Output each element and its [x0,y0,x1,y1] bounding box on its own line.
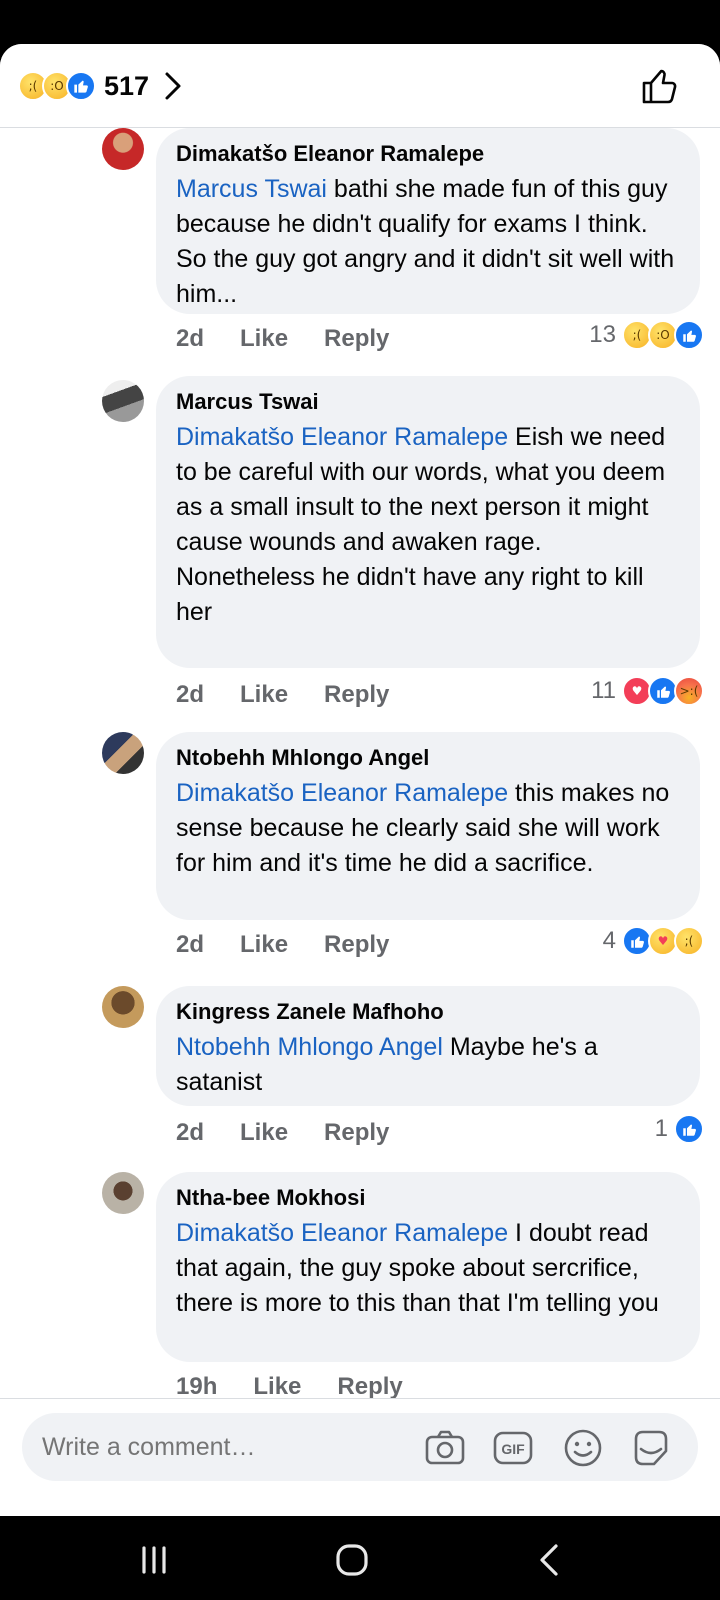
sad-icon: ;( [674,926,704,956]
mention-link[interactable]: Dimakatšo Eleanor Ramalepe [176,1219,508,1247]
comment-author[interactable]: Marcus Tswai [176,388,678,416]
reply-button[interactable]: Reply [337,1373,402,1401]
comment-list[interactable]: Dimakatšo Eleanor Ramalepe Marcus Tswai … [0,128,720,1466]
comment-author[interactable]: Dimakatšo Eleanor Ramalepe [176,140,678,168]
comment-reactions[interactable]: 11 ♥ >:( [591,674,704,708]
comment-actions: 2d Like Reply [176,1116,425,1150]
comment-bubble[interactable]: Kingress Zanele Mafhoho Ntobehh Mhlongo … [156,986,700,1106]
like-button[interactable]: Like [240,931,288,959]
reply-button[interactable]: Reply [324,325,389,353]
like-button[interactable]: Like [240,681,288,709]
home-icon[interactable] [332,1540,372,1580]
comment-body: Marcus Tswai bathi she made fun of this … [176,172,678,312]
emoji-icon[interactable] [562,1427,604,1469]
comment-bubble[interactable]: Ntha-bee Mokhosi Dimakatšo Eleanor Ramal… [156,1172,700,1362]
comment-reaction-count: 13 [589,321,616,348]
avatar[interactable] [102,380,144,422]
mention-link[interactable]: Dimakatšo Eleanor Ramalepe [176,423,508,451]
angry-icon: >:( [674,676,704,706]
svg-text:GIF: GIF [501,1441,525,1457]
comment-author[interactable]: Kingress Zanele Mafhoho [176,998,678,1026]
comment-reactions[interactable]: 1 [654,1112,704,1146]
gif-icon[interactable]: GIF [492,1427,534,1469]
comment-time: 2d [176,1119,205,1146]
comment-input-box[interactable]: GIF [22,1413,698,1481]
mention-link[interactable]: Ntobehh Mhlongo Angel [176,1033,443,1061]
comment-actions: 2d Like Reply [176,678,425,712]
back-icon[interactable] [530,1540,570,1580]
comment-author[interactable]: Ntha-bee Mokhosi [176,1184,678,1212]
reply-button[interactable]: Reply [324,1119,389,1147]
reply-button[interactable]: Reply [324,931,389,959]
comment-reaction-count: 4 [602,927,616,954]
comment-reactions[interactable]: 13 ;( :O [589,318,704,352]
comment-body: Dimakatšo Eleanor Ramalepe I doubt read … [176,1216,678,1321]
comment-time: 2d [176,931,205,958]
avatar[interactable] [102,986,144,1028]
mention-link[interactable]: Marcus Tswai [176,175,327,203]
avatar[interactable] [102,128,144,170]
like-icon [674,320,704,350]
comment-reaction-count: 1 [654,1115,668,1142]
status-bar [0,0,720,44]
reaction-total: 517 [104,70,150,101]
reaction-summary[interactable]: ;( :O 517 [18,70,183,102]
comment-bubble[interactable]: Marcus Tswai Dimakatšo Eleanor Ramalepe … [156,376,700,668]
reply-button[interactable]: Reply [324,681,389,709]
thumbs-up-icon[interactable] [640,66,680,106]
comment-bubble[interactable]: Ntobehh Mhlongo Angel Dimakatšo Eleanor … [156,732,700,920]
system-nav-bar [0,1516,720,1600]
comment-actions: 2d Like Reply [176,928,425,962]
comment-author[interactable]: Ntobehh Mhlongo Angel [176,744,678,772]
comment-body: Dimakatšo Eleanor Ramalepe this makes no… [176,776,678,881]
camera-icon[interactable] [424,1427,466,1469]
recent-apps-icon[interactable] [134,1540,174,1580]
like-icon [674,1114,704,1144]
avatar[interactable] [102,732,144,774]
comment-actions: 2d Like Reply [176,322,425,356]
chevron-right-icon[interactable] [163,71,183,101]
sticker-icon[interactable] [630,1427,672,1469]
comment-bubble[interactable]: Dimakatšo Eleanor Ramalepe Marcus Tswai … [156,128,700,314]
like-button[interactable]: Like [240,1119,288,1147]
comment-reactions[interactable]: 4 ♥ ;( [602,924,704,958]
reactions-header[interactable]: ;( :O 517 [0,44,720,128]
avatar[interactable] [102,1172,144,1214]
comment-time: 2d [176,325,205,352]
like-button[interactable]: Like [253,1373,301,1401]
comment-reaction-count: 11 [591,677,616,704]
comment-composer: GIF [0,1398,720,1516]
comment-input[interactable] [42,1413,402,1481]
comment-time: 2d [176,681,205,708]
comment-text: Eish we need to be careful with our word… [176,423,666,626]
like-icon [66,71,96,101]
comment-time: 19h [176,1373,218,1400]
comment-body: Dimakatšo Eleanor Ramalepe Eish we need … [176,420,678,630]
comments-sheet: ;( :O 517 Dimakatšo Eleanor Ramalepe Mar… [0,44,720,1516]
mention-link[interactable]: Dimakatšo Eleanor Ramalepe [176,779,508,807]
comment-body: Ntobehh Mhlongo Angel Maybe he's a satan… [176,1030,678,1100]
like-button[interactable]: Like [240,325,288,353]
